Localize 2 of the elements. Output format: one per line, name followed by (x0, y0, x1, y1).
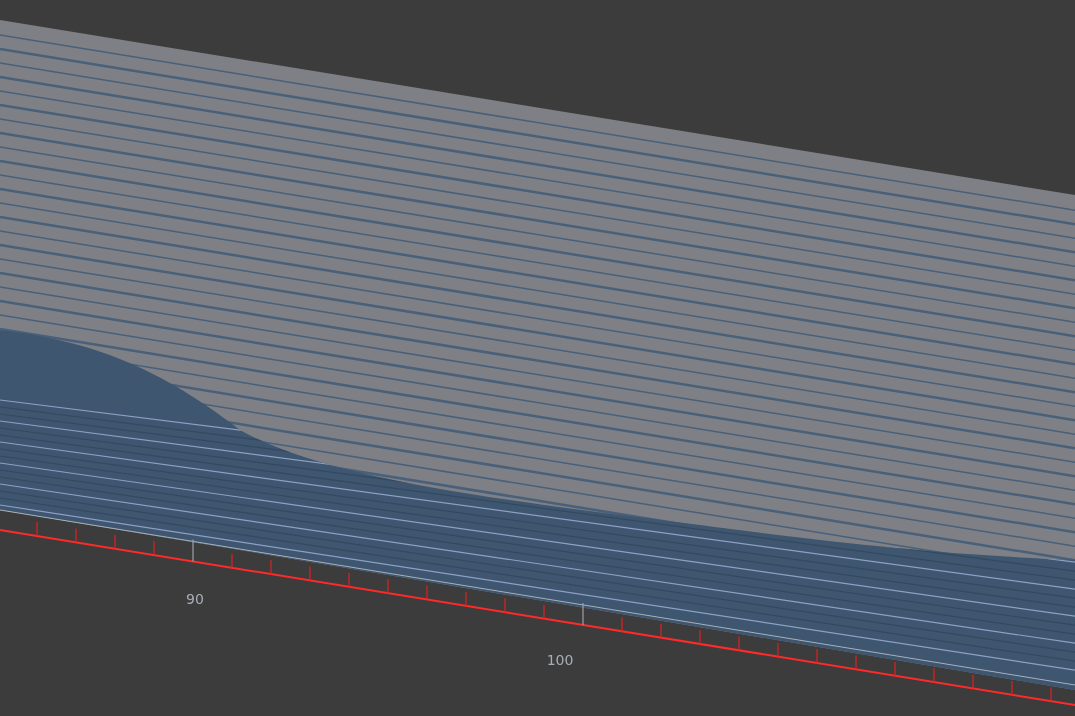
ruler-label: 100 (546, 652, 574, 668)
ruler-label: 90 (186, 591, 204, 607)
